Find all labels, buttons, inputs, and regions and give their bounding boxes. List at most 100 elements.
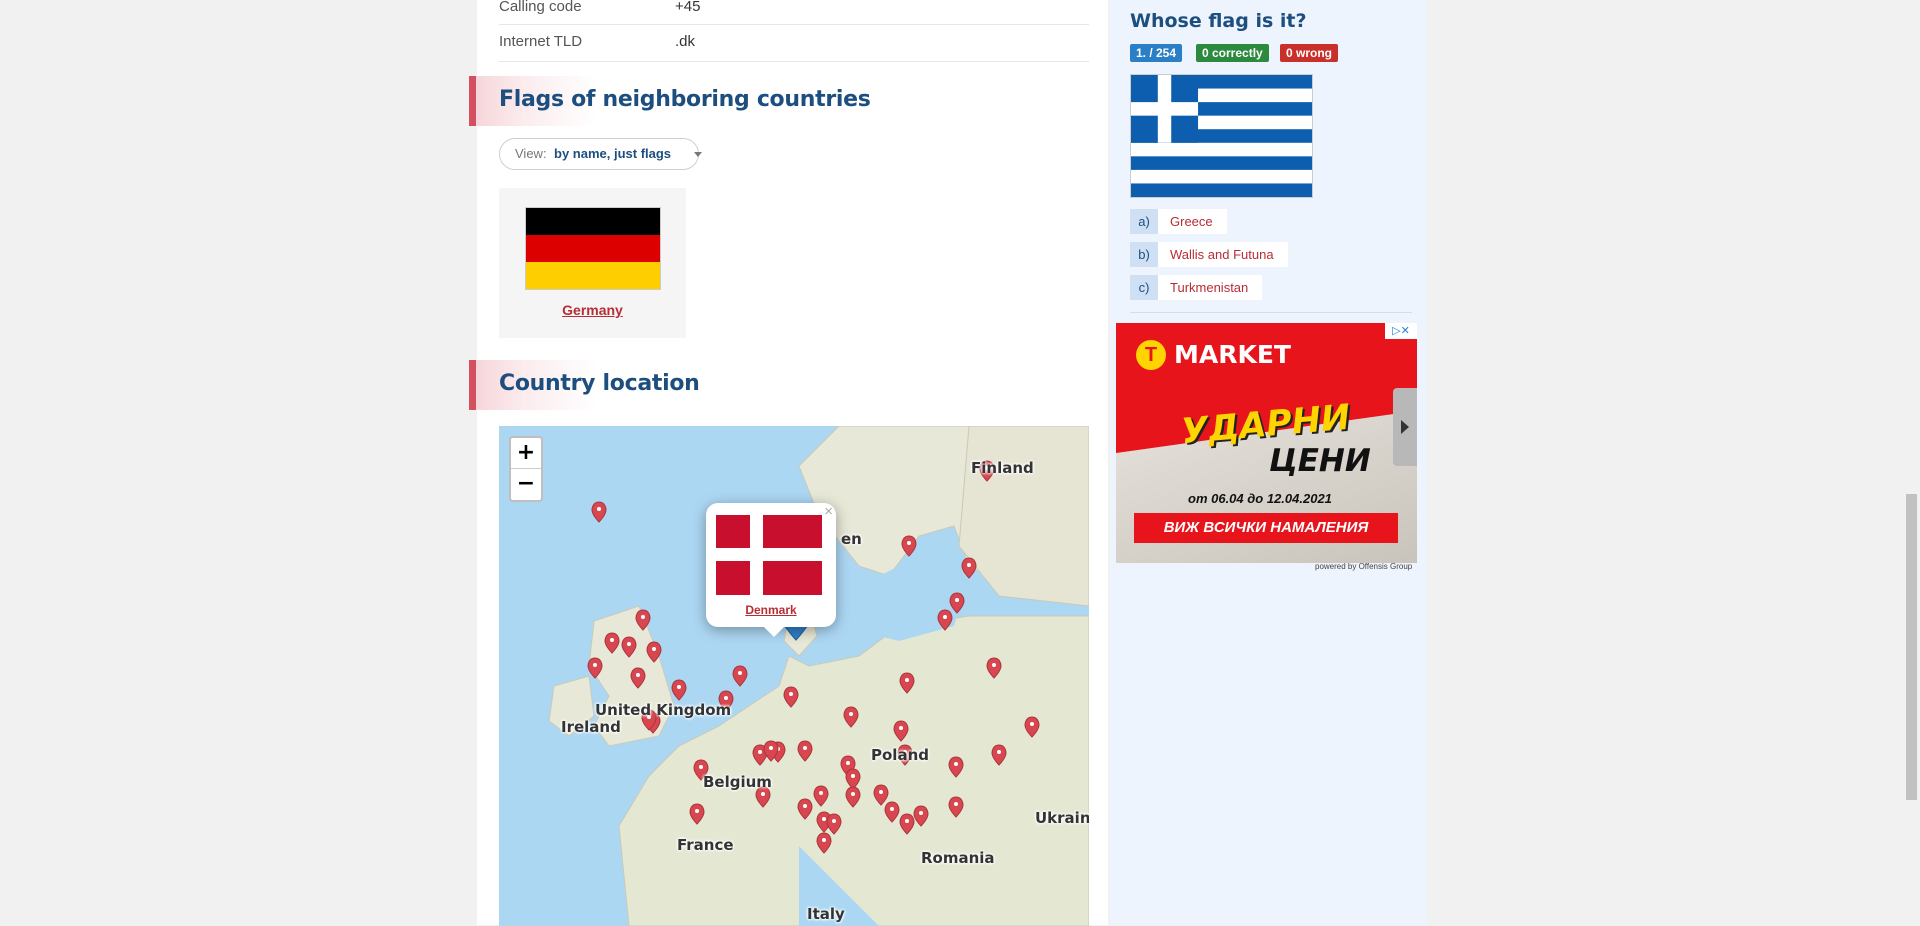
map-canvas — [548, 426, 1089, 926]
map-marker-dot — [803, 746, 807, 750]
map-popup: × Denmark — [706, 503, 836, 637]
map-label-poland: Poland — [871, 746, 929, 764]
ad-cta-button[interactable]: ВИЖ ВСИЧКИ НАМАЛЕНИЯ — [1134, 513, 1398, 543]
answer-text: Turkmenistan — [1170, 280, 1249, 295]
map-marker-dot — [822, 838, 826, 842]
answer-text: Greece — [1170, 214, 1213, 229]
map-marker-dot — [597, 507, 601, 511]
answer-option[interactable]: b) Wallis and Futuna — [1130, 242, 1288, 267]
ad-dates: от 06.04 до 12.04.2021 — [1188, 491, 1332, 506]
map-marker-dot — [761, 792, 765, 796]
neighbor-flag-card[interactable]: Germany — [499, 188, 686, 338]
denmark-flag-image — [716, 515, 822, 595]
zoom-out-button[interactable]: − — [511, 469, 541, 499]
page-scrollbar[interactable] — [1903, 0, 1920, 925]
answer-option[interactable]: a) Greece — [1130, 209, 1227, 234]
info-value: +45 — [675, 0, 701, 15]
map-marker-dot — [851, 774, 855, 778]
main-content: Calling code +45 Internet TLD .dk Flags … — [469, 0, 1108, 926]
zoom-in-button[interactable]: + — [511, 438, 541, 469]
map-marker-dot — [1030, 722, 1034, 726]
map-marker-dot — [846, 761, 850, 765]
info-key: Internet TLD — [499, 33, 583, 50]
map-marker[interactable] — [591, 501, 607, 523]
answer-option[interactable]: c) Turkmenistan — [1130, 275, 1263, 300]
neighbor-country-link[interactable]: Germany — [499, 302, 686, 318]
country-map[interactable]: + − Finland en United Kingdom Ireland Po… — [499, 426, 1089, 926]
germany-flag-image[interactable] — [525, 207, 661, 290]
map-marker-dot — [943, 615, 947, 619]
map-marker-dot — [955, 598, 959, 602]
map-marker-dot — [832, 819, 836, 823]
map-marker-dot — [954, 802, 958, 806]
map-marker-dot — [769, 746, 773, 750]
map-marker-dot — [819, 791, 823, 795]
map-marker-dot — [699, 765, 703, 769]
sidebar-divider — [1130, 312, 1412, 313]
wrong-count-badge: 0 wrong — [1280, 44, 1339, 62]
map-marker-dot — [997, 750, 1001, 754]
country-info-table: Calling code +45 Internet TLD .dk — [499, 0, 1089, 62]
ad-powered-by: powered by Offensis Group — [1315, 562, 1413, 571]
map-label-finland: Finland — [971, 459, 1034, 477]
scrollbar-thumb[interactable] — [1906, 494, 1917, 800]
map-marker-dot — [695, 809, 699, 813]
map-marker-dot — [992, 663, 996, 667]
advertisement-banner[interactable]: T MARKET УДАРНИ ЦЕНИ от 06.04 до 12.04.2… — [1116, 323, 1417, 563]
ad-brand: MARKET — [1174, 340, 1291, 369]
map-marker-dot — [738, 671, 742, 675]
map-marker-dot — [899, 726, 903, 730]
map-marker-dot — [851, 792, 855, 796]
view-dropdown[interactable]: View: by name, just flags — [499, 138, 702, 170]
map-marker-dot — [849, 712, 853, 716]
flag-stripe — [526, 208, 660, 235]
zoom-control: + − — [509, 436, 543, 502]
ad-next-arrow-icon[interactable] — [1393, 388, 1417, 466]
flag-stripe — [526, 262, 660, 289]
map-marker-dot — [890, 807, 894, 811]
map-marker-dot — [636, 673, 640, 677]
map-label-belgium: Belgium — [703, 773, 772, 791]
map-marker-dot — [641, 615, 645, 619]
caret-down-icon — [694, 152, 702, 157]
answer-letter: b) — [1130, 242, 1158, 267]
view-value: by name, just flags — [554, 146, 672, 161]
info-row: Calling code +45 — [499, 0, 1089, 25]
sidebar: Whose flag is it? 1. / 254 0 correctly 0… — [1110, 0, 1427, 925]
map-marker-dot — [803, 804, 807, 808]
map-label-france: France — [677, 836, 734, 854]
popup-country-link[interactable]: Denmark — [706, 603, 836, 617]
view-label: View: — [515, 146, 547, 161]
map-marker-dot — [907, 541, 911, 545]
map-marker-dot — [758, 750, 762, 754]
quiz-title: Whose flag is it? — [1130, 10, 1307, 32]
close-icon[interactable]: × — [824, 503, 833, 520]
map-marker-dot — [789, 692, 793, 696]
quiz-flag-image — [1130, 74, 1313, 198]
map-marker-dot — [905, 678, 909, 682]
info-row: Internet TLD .dk — [499, 25, 1089, 62]
map-marker-dot — [724, 696, 728, 700]
map-label-ukraine: Ukrain — [1035, 809, 1089, 827]
map-marker-dot — [905, 819, 909, 823]
correct-count-badge: 0 correctly — [1196, 44, 1269, 62]
ad-subheadline: ЦЕНИ — [1269, 443, 1371, 479]
map-marker[interactable] — [671, 679, 687, 701]
map-marker-dot — [879, 790, 883, 794]
map-marker[interactable] — [732, 665, 748, 687]
map-marker-dot — [919, 811, 923, 815]
map-marker-dot — [954, 762, 958, 766]
map-label-romania: Romania — [921, 849, 995, 867]
map-marker-dot — [610, 638, 614, 642]
answer-letter: a) — [1130, 209, 1158, 234]
map-marker-dot — [822, 817, 826, 821]
map-marker-dot — [627, 642, 631, 646]
info-key: Calling code — [499, 0, 582, 15]
land-finland — [958, 426, 1089, 607]
map-label-sweden: en — [841, 530, 862, 548]
flag-stripe — [526, 235, 660, 262]
adchoices-icon[interactable]: ▷✕ — [1385, 323, 1417, 339]
map-label-italy: Italy — [807, 905, 845, 923]
answer-text: Wallis and Futuna — [1170, 247, 1274, 262]
answer-letter: c) — [1130, 275, 1158, 300]
